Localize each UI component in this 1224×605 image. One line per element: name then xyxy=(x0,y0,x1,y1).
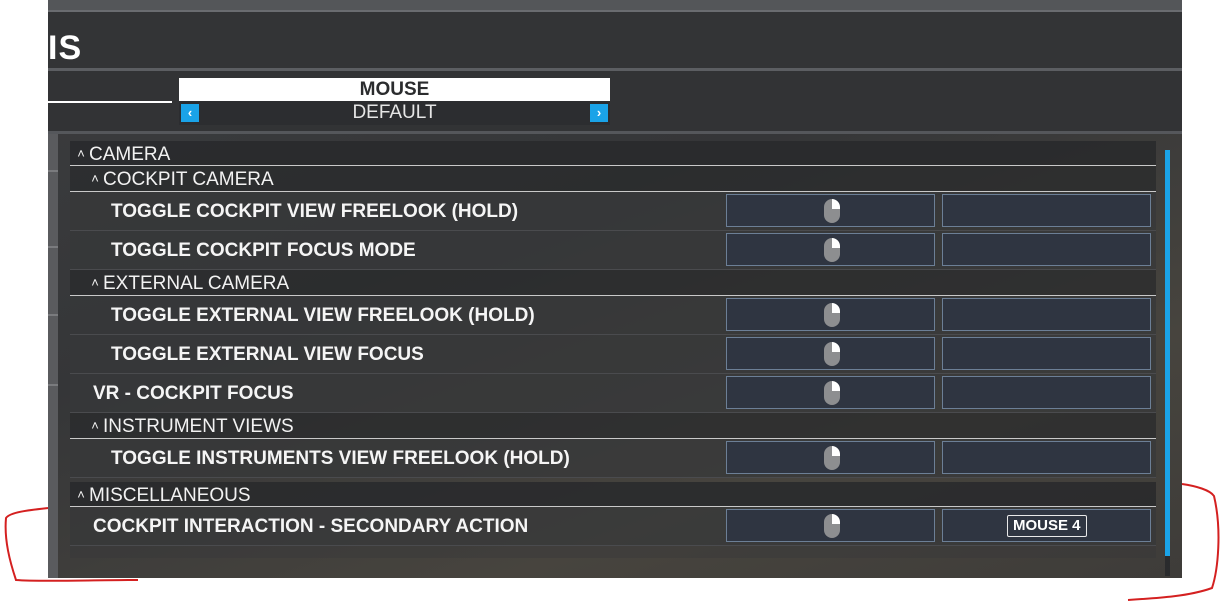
primary-binding-slot[interactable] xyxy=(726,376,935,409)
scrollbar-track[interactable] xyxy=(1165,556,1170,576)
binding-label: TOGGLE EXTERNAL VIEW FOCUS xyxy=(111,344,424,365)
preset-profile-value: DEFAULT xyxy=(352,102,437,123)
section-header-external-camera[interactable]: ˄ EXTERNAL CAMERA xyxy=(70,270,1156,296)
binding-label: COCKPIT INTERACTION - SECONDARY ACTION xyxy=(93,516,529,537)
secondary-binding-slot[interactable] xyxy=(942,298,1151,331)
binding-label: TOGGLE COCKPIT FOCUS MODE xyxy=(111,240,416,261)
preset-device-name: MOUSE xyxy=(179,78,610,101)
binding-row[interactable]: COCKPIT INTERACTION - SECONDARY ACTION M… xyxy=(70,507,1156,546)
primary-binding-slot[interactable] xyxy=(726,194,935,227)
secondary-binding-slot[interactable] xyxy=(942,233,1151,266)
binding-label: VR - COCKPIT FOCUS xyxy=(93,383,294,404)
caret-up-icon: ˄ xyxy=(91,171,99,186)
secondary-binding-slot[interactable] xyxy=(942,441,1151,474)
mouse-icon xyxy=(824,199,840,223)
binding-row[interactable]: VR - COCKPIT FOCUS xyxy=(70,374,1156,413)
left-rail-divider xyxy=(48,314,58,316)
preset-profile-select[interactable]: ‹ DEFAULT › xyxy=(179,101,610,125)
primary-binding-slot[interactable] xyxy=(726,509,935,542)
section-label: EXTERNAL CAMERA xyxy=(103,273,290,294)
section-header-cockpit-camera[interactable]: ˄ COCKPIT CAMERA xyxy=(70,166,1156,192)
mouse-icon xyxy=(824,303,840,327)
bindings-list: ˄ CAMERA ˄ COCKPIT CAMERA TOGGLE COCKPIT V… xyxy=(70,141,1156,558)
left-rail-divider xyxy=(48,384,58,386)
header-bar: IS xyxy=(48,12,1182,68)
binding-label: TOGGLE COCKPIT VIEW FREELOOK (HOLD) xyxy=(111,201,519,222)
chevron-right-icon[interactable]: › xyxy=(590,104,608,122)
secondary-binding-slot[interactable]: MOUSE 4 xyxy=(942,509,1151,542)
section-header-instrument-views[interactable]: ˄ INSTRUMENT VIEWS xyxy=(70,413,1156,439)
binding-label: TOGGLE INSTRUMENTS VIEW FREELOOK (HOLD) xyxy=(111,448,570,469)
binding-row[interactable]: TOGGLE COCKPIT VIEW FREELOOK (HOLD) xyxy=(70,192,1156,231)
secondary-binding-slot[interactable] xyxy=(942,194,1151,227)
scrollbar-thumb[interactable] xyxy=(1165,150,1170,556)
chevron-left-icon[interactable]: ‹ xyxy=(181,104,199,122)
binding-row[interactable]: TOGGLE COCKPIT FOCUS MODE xyxy=(70,231,1156,270)
primary-binding-slot[interactable] xyxy=(726,298,935,331)
secondary-binding-slot[interactable] xyxy=(942,337,1151,370)
primary-binding-slot[interactable] xyxy=(726,441,935,474)
controls-window: IS MOUSE ‹ DEFAULT › ˄ CAMERA ˄ COCKPIT CA… xyxy=(48,0,1182,578)
mouse-icon xyxy=(824,342,840,366)
caret-up-icon: ˄ xyxy=(77,146,85,161)
caret-up-icon: ˄ xyxy=(91,418,99,433)
binding-label: TOGGLE EXTERNAL VIEW FREELOOK (HOLD) xyxy=(111,305,535,326)
section-header-miscellaneous[interactable]: ˄ MISCELLANEOUS xyxy=(70,482,1156,507)
key-binding-badge: MOUSE 4 xyxy=(1007,515,1087,537)
caret-up-icon: ˄ xyxy=(91,275,99,290)
toolbar-divider xyxy=(48,131,1182,134)
mouse-icon xyxy=(824,514,840,538)
list-end-padding xyxy=(70,546,1156,558)
left-rail-divider xyxy=(48,246,58,248)
left-rail-divider xyxy=(48,170,58,172)
binding-row[interactable]: TOGGLE INSTRUMENTS VIEW FREELOOK (HOLD) xyxy=(70,439,1156,478)
secondary-binding-slot[interactable] xyxy=(942,376,1151,409)
preset-selector: MOUSE ‹ DEFAULT › xyxy=(179,78,610,126)
caret-up-icon: ˄ xyxy=(77,487,85,502)
mouse-icon xyxy=(824,238,840,262)
section-label: COCKPIT CAMERA xyxy=(103,169,274,190)
page-title: IS xyxy=(48,29,83,67)
section-header-camera[interactable]: ˄ CAMERA xyxy=(70,141,1156,166)
primary-binding-slot[interactable] xyxy=(726,337,935,370)
top-strip xyxy=(48,0,1182,12)
section-label: MISCELLANEOUS xyxy=(89,485,251,506)
previous-tab-underline[interactable] xyxy=(48,101,172,103)
mouse-icon xyxy=(824,446,840,470)
binding-row[interactable]: TOGGLE EXTERNAL VIEW FOCUS xyxy=(70,335,1156,374)
primary-binding-slot[interactable] xyxy=(726,233,935,266)
left-rail xyxy=(48,134,58,578)
section-label: INSTRUMENT VIEWS xyxy=(103,416,294,437)
section-label: CAMERA xyxy=(89,144,171,165)
binding-row[interactable]: TOGGLE EXTERNAL VIEW FREELOOK (HOLD) xyxy=(70,296,1156,335)
mouse-icon xyxy=(824,381,840,405)
